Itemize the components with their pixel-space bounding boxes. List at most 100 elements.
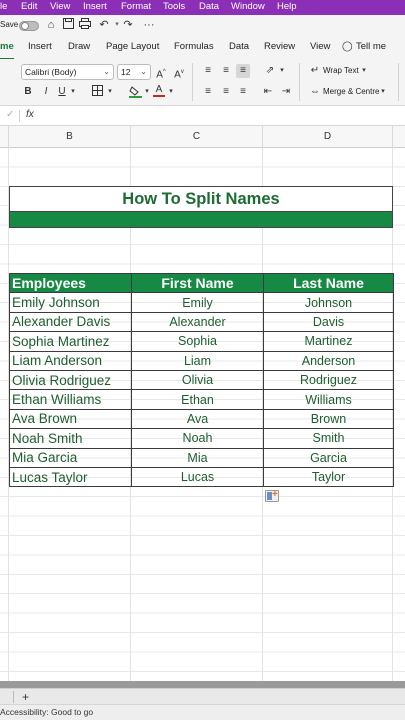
wrap-text-button[interactable]: Wrap Text — [323, 64, 359, 78]
header-last-name[interactable]: Last Name — [263, 272, 394, 294]
home-icon[interactable]: ⌂ — [44, 18, 58, 32]
align-right-icon[interactable]: ≡ — [236, 85, 250, 99]
last-name-cell[interactable]: Johnson — [263, 292, 394, 313]
last-name-cell[interactable]: Davis — [263, 311, 394, 333]
menu-format[interactable]: Format — [121, 1, 151, 12]
menu-window[interactable]: Window — [231, 1, 265, 12]
decrease-indent-icon[interactable]: ⇤ — [261, 85, 275, 99]
last-name-cell[interactable]: Martinez — [263, 331, 394, 352]
header-first-name[interactable]: First Name — [131, 272, 264, 294]
tab-view[interactable]: View — [310, 41, 330, 52]
first-name-cell[interactable]: Noah — [131, 428, 264, 449]
tab-home[interactable]: me — [0, 41, 14, 52]
merge-icon[interactable]: ⇔ — [309, 85, 321, 99]
last-name-cell[interactable]: Smith — [263, 428, 394, 449]
tab-insert[interactable]: Insert — [28, 41, 52, 52]
menu-file[interactable]: le — [0, 1, 7, 12]
font-color-button[interactable]: A — [153, 83, 165, 97]
fill-color-icon[interactable] — [128, 85, 142, 99]
lightbulb-icon[interactable]: ◯ — [342, 41, 353, 52]
align-center-icon[interactable]: ≡ — [219, 85, 233, 99]
column-header-b[interactable]: B — [9, 126, 131, 148]
column-header-c[interactable]: C — [131, 126, 263, 148]
menu-edit[interactable]: Edit — [21, 1, 37, 12]
column-header-d[interactable]: D — [263, 126, 393, 148]
last-name-cell[interactable]: Brown — [263, 408, 394, 430]
first-name-cell[interactable]: Mia — [131, 447, 264, 468]
employee-cell[interactable]: Sophia Martinez — [9, 331, 132, 352]
menu-data[interactable]: Data — [199, 1, 219, 12]
increase-indent-icon[interactable]: ⇥ — [279, 85, 293, 99]
employee-cell[interactable]: Ava Brown — [9, 408, 132, 430]
employee-cell[interactable]: Noah Smith — [9, 428, 132, 449]
italic-button[interactable]: I — [40, 85, 52, 99]
wrap-text-icon[interactable]: ↵ — [309, 64, 321, 78]
tell-me-search[interactable]: Tell me — [356, 41, 386, 52]
orientation-icon[interactable]: ⇗ — [263, 64, 277, 78]
align-bottom-icon[interactable]: ≡ — [236, 64, 250, 78]
last-name-cell[interactable]: Rodriguez — [263, 369, 394, 391]
first-name-cell[interactable]: Olivia — [131, 369, 264, 391]
first-name-cell[interactable]: Ethan — [131, 389, 264, 410]
last-name-cell[interactable]: Williams — [263, 389, 394, 410]
more-icon[interactable]: ··· — [142, 18, 156, 32]
align-top-icon[interactable]: ≡ — [201, 64, 215, 78]
first-name-cell[interactable]: Lucas — [131, 466, 264, 488]
bold-button[interactable]: B — [22, 85, 34, 99]
autosave-toggle[interactable] — [19, 21, 39, 31]
chevron-down-icon[interactable]: ▾ — [167, 85, 175, 99]
accessibility-status[interactable]: Accessibility: Good to go — [0, 707, 93, 717]
employee-cell[interactable]: Lucas Taylor — [9, 466, 132, 488]
decrease-font-icon[interactable]: Av — [173, 65, 185, 80]
align-middle-icon[interactable]: ≡ — [219, 64, 233, 78]
last-name-cell[interactable]: Anderson — [263, 350, 394, 371]
employee-cell[interactable]: Alexander Davis — [9, 311, 132, 333]
chevron-down-icon[interactable]: ▾ — [106, 85, 114, 99]
save-icon[interactable] — [61, 18, 75, 32]
add-sheet-button[interactable]: + — [22, 689, 29, 705]
merge-center-button[interactable]: Merge & Centre — [323, 85, 379, 99]
underline-button[interactable]: U — [57, 85, 67, 99]
cancel-icon[interactable]: ✓ — [6, 109, 14, 120]
employee-cell[interactable]: Liam Anderson — [9, 350, 132, 371]
chevron-down-icon[interactable]: ▾ — [278, 64, 286, 78]
menu-tools[interactable]: Tools — [163, 1, 185, 12]
last-name-cell[interactable]: Garcia — [263, 447, 394, 468]
employee-cell[interactable]: Olivia Rodriguez — [9, 369, 132, 391]
first-name-cell[interactable]: Emily — [131, 292, 264, 313]
font-size-select[interactable]: 12 ⌄ — [117, 64, 151, 80]
menu-view[interactable]: View — [50, 1, 70, 12]
tab-review[interactable]: Review — [264, 41, 295, 52]
employee-cell[interactable]: Mia Garcia — [9, 447, 132, 468]
insert-function-button[interactable]: fx — [26, 109, 34, 120]
menu-help[interactable]: Help — [277, 1, 297, 12]
employee-cell[interactable]: Ethan Williams — [9, 389, 132, 410]
chevron-down-icon[interactable]: ▾ — [360, 64, 368, 78]
increase-font-icon[interactable]: A^ — [155, 65, 167, 80]
title-green-band[interactable] — [9, 212, 393, 228]
employee-cell[interactable]: Emily Johnson — [9, 292, 132, 313]
print-icon[interactable] — [78, 18, 92, 32]
paste-options-icon[interactable]: + — [265, 489, 279, 502]
redo-icon[interactable]: ↷ — [121, 18, 135, 32]
align-left-icon[interactable]: ≡ — [201, 85, 215, 99]
tab-data[interactable]: Data — [229, 41, 249, 52]
borders-icon[interactable] — [90, 85, 104, 99]
chevron-down-icon[interactable]: ▾ — [143, 85, 151, 99]
first-name-cell[interactable]: Sophia — [131, 331, 264, 352]
first-name-cell[interactable]: Alexander — [131, 311, 264, 333]
font-name-select[interactable]: Calibri (Body) ⌄ — [21, 64, 114, 80]
first-name-cell[interactable]: Ava — [131, 408, 264, 430]
undo-icon[interactable]: ↶ — [97, 18, 111, 32]
tab-formulas[interactable]: Formulas — [174, 41, 214, 52]
title-cell[interactable]: How To Split Names — [9, 186, 393, 212]
header-employees[interactable]: Employees — [9, 272, 132, 294]
last-name-cell[interactable]: Taylor — [263, 466, 394, 488]
chevron-down-icon[interactable]: ▾ — [69, 85, 77, 99]
column-header-a[interactable] — [0, 126, 9, 148]
tab-draw[interactable]: Draw — [68, 41, 90, 52]
menu-insert[interactable]: Insert — [83, 1, 107, 12]
chevron-down-icon[interactable]: ▾ — [379, 85, 387, 99]
horizontal-scrollbar[interactable] — [0, 681, 405, 688]
tab-page-layout[interactable]: Page Layout — [106, 41, 159, 52]
